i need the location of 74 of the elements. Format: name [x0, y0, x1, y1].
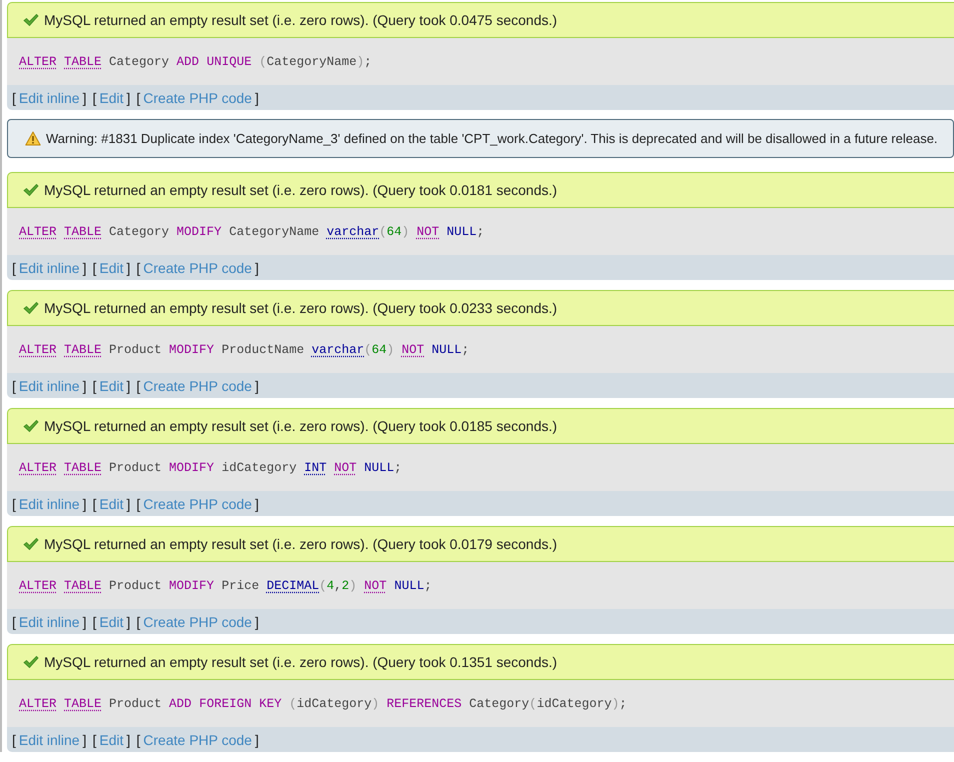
action-link[interactable]: Create PHP code: [143, 614, 252, 630]
bracket: ]: [82, 732, 86, 748]
bracket: [: [136, 614, 140, 630]
bracket: [: [92, 378, 96, 394]
checkmark-icon: [23, 419, 39, 433]
sql-code: ALTER TABLE Product MODIFY Price DECIMAL(4,2) NOT NULL;: [19, 578, 432, 592]
action-link[interactable]: Create PHP code: [143, 90, 252, 106]
bracket: [: [12, 378, 16, 394]
bracket: ]: [82, 90, 86, 106]
message-text: MySQL returned an empty result set (i.e. zero rows). (Query took 0.0185 seconds.): [44, 418, 558, 434]
bracket: ]: [82, 378, 86, 394]
action-link[interactable]: Create PHP code: [143, 496, 252, 512]
bracket: [: [12, 90, 16, 106]
bracket: ]: [254, 378, 259, 394]
bracket: [: [136, 90, 140, 106]
action-link[interactable]: Edit: [99, 614, 124, 630]
action-link[interactable]: Edit inline: [18, 260, 80, 276]
bracket: ]: [126, 614, 130, 630]
bracket: [: [12, 732, 16, 748]
bracket: [: [92, 732, 96, 748]
sql-code: ALTER TABLE Product MODIFY ProductName varchar(64) NOT NULL;: [19, 342, 470, 356]
bracket: ]: [82, 260, 86, 276]
checkmark-icon: [23, 13, 39, 27]
sql-code: ALTER TABLE Product MODIFY idCategory INT NOT NULL;: [19, 460, 402, 474]
message-text: MySQL returned an empty result set (i.e. zero rows). (Query took 0.0475 seconds.): [44, 12, 558, 28]
action-link[interactable]: Edit inline: [18, 90, 80, 106]
bracket: [: [136, 496, 140, 512]
action-link[interactable]: Edit inline: [18, 732, 80, 748]
action-link[interactable]: Edit: [99, 732, 124, 748]
bracket: ]: [254, 90, 259, 106]
action-link[interactable]: Edit: [99, 496, 124, 512]
bracket: [: [92, 90, 96, 106]
checkmark-icon: [23, 537, 39, 551]
bracket: [: [92, 614, 96, 630]
action-link[interactable]: Create PHP code: [143, 732, 252, 748]
bracket: ]: [126, 378, 130, 394]
bracket: ]: [254, 260, 259, 276]
action-link[interactable]: Create PHP code: [143, 260, 252, 276]
bracket: ]: [126, 260, 130, 276]
bracket: [: [92, 496, 96, 512]
bracket: ]: [126, 90, 130, 106]
checkmark-icon: [23, 655, 39, 669]
message-text: MySQL returned an empty result set (i.e. zero rows). (Query took 0.0181 seconds.): [44, 182, 558, 198]
warning-icon: [25, 131, 41, 146]
bracket: ]: [82, 496, 86, 512]
action-link[interactable]: Edit: [99, 378, 124, 394]
bracket: ]: [126, 496, 130, 512]
bracket: [: [136, 732, 140, 748]
sql-code: ALTER TABLE Product ADD FOREIGN KEY (idCategory) REFERENCES Category(idCategory);: [19, 696, 627, 710]
sql-code: ALTER TABLE Category ADD UNIQUE (CategoryName);: [19, 54, 372, 68]
bracket: ]: [126, 732, 130, 748]
action-link[interactable]: Edit inline: [18, 378, 80, 394]
bracket: ]: [254, 614, 259, 630]
action-link[interactable]: Create PHP code: [143, 378, 252, 394]
warning-text: Warning: #1831 Duplicate index 'CategoryName_3' defined on the table 'CPT_work.Category'. This is deprecated and will be disallowed in a future release.: [46, 131, 938, 146]
sql-code: ALTER TABLE Category MODIFY CategoryName varchar(64) NOT NULL;: [19, 224, 484, 238]
bracket: [: [12, 260, 16, 276]
bracket: ]: [82, 614, 86, 630]
action-link[interactable]: Edit: [99, 260, 124, 276]
bracket: [: [12, 614, 16, 630]
checkmark-icon: [23, 301, 39, 315]
bracket: ]: [254, 732, 259, 748]
message-text: MySQL returned an empty result set (i.e. zero rows). (Query took 0.1351 seconds.): [44, 654, 558, 670]
bracket: ]: [254, 496, 259, 512]
bracket: [: [92, 260, 96, 276]
message-text: MySQL returned an empty result set (i.e. zero rows). (Query took 0.0179 seconds.): [44, 536, 558, 552]
bracket: [: [136, 260, 140, 276]
bracket: [: [12, 496, 16, 512]
message-text: MySQL returned an empty result set (i.e. zero rows). (Query took 0.0233 seconds.): [44, 300, 558, 316]
checkmark-icon: [23, 183, 39, 197]
action-link[interactable]: Edit inline: [18, 614, 80, 630]
action-link[interactable]: Edit inline: [18, 496, 80, 512]
bracket: [: [136, 378, 140, 394]
action-link[interactable]: Edit: [99, 90, 124, 106]
